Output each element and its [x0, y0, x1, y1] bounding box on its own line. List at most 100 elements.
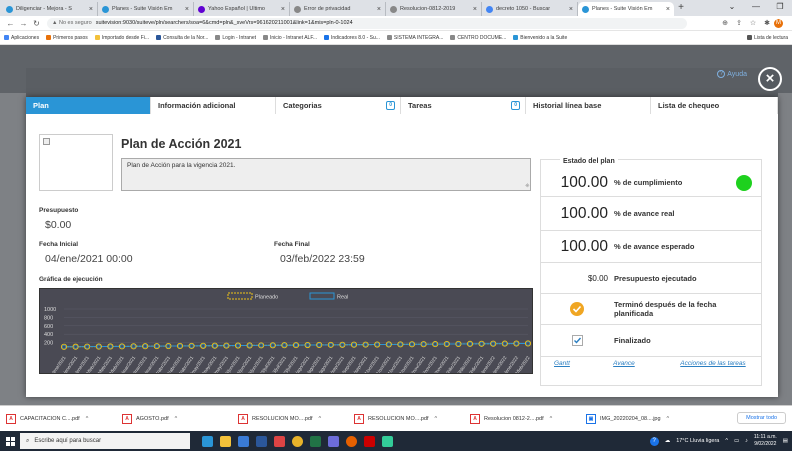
task-actions-link[interactable]: Acciones de las tareas — [678, 360, 748, 367]
tab-historial-línea-base[interactable]: Historial línea base — [526, 97, 651, 114]
bookmark-item[interactable]: Importado desde Fi... — [94, 35, 149, 41]
close-tab-icon[interactable]: × — [89, 6, 93, 13]
execution-chart-svg: 2004006008001000Planeado Real04/ene/20211… — [44, 292, 532, 373]
chevron-up-icon[interactable]: ^ — [319, 416, 322, 422]
network-icon[interactable]: ▭ — [734, 438, 739, 444]
app-icon[interactable] — [324, 431, 342, 451]
download-item[interactable]: A Resolucion 0812-2....pdf ^ — [470, 413, 586, 424]
data-point-real — [421, 342, 426, 347]
tab-tareas[interactable]: Tareas 0 — [401, 97, 526, 114]
data-point-real — [317, 343, 322, 347]
taskbar-search-input[interactable]: ⌕ Escribe aquí para buscar — [20, 433, 190, 449]
resize-grip-icon[interactable]: ≡ — [524, 183, 531, 190]
restore-icon[interactable]: ❐ — [768, 0, 792, 16]
chevron-up-icon[interactable]: ^ — [175, 416, 178, 422]
close-tab-icon[interactable]: × — [185, 6, 189, 13]
download-item[interactable]: A RESOLUCION MO....pdf ^ — [238, 413, 354, 424]
edge-icon[interactable] — [198, 431, 216, 451]
mail-icon[interactable] — [234, 431, 252, 451]
chevron-up-icon[interactable]: ^ — [725, 438, 728, 444]
download-item[interactable]: A CAPACITACION C....pdf ^ — [6, 413, 122, 424]
help-link[interactable]: ? Ayuda — [717, 70, 747, 78]
bookmark-item[interactable]: Inicio - Intranet ALF... — [263, 35, 317, 41]
share-icon[interactable]: ⇪ — [732, 19, 746, 28]
tab-lista-de-chequeo[interactable]: Lista de chequeo — [651, 97, 778, 114]
excel-icon[interactable] — [306, 431, 324, 451]
bookmark-icon — [94, 35, 100, 40]
bookmark-item[interactable]: Aplicaciones — [4, 35, 39, 41]
browser-tab[interactable]: Error de privacidad × — [290, 2, 386, 16]
zoom-icon[interactable]: ⊕ — [718, 19, 732, 28]
bookmark-item[interactable]: CENTRO DOCUME... — [450, 35, 506, 41]
chevron-up-icon[interactable]: ^ — [435, 416, 438, 422]
execution-chart: 200 400 600 800 1000 Planeado Real 04/ene/2021 1… — [39, 288, 533, 374]
chevron-down-icon[interactable]: ⌄ — [720, 0, 744, 16]
minimize-icon[interactable]: — — [744, 0, 768, 16]
finalized-checkbox[interactable] — [540, 335, 614, 346]
chrome-icon[interactable] — [288, 431, 306, 451]
reading-list-button[interactable]: Lista de lectura — [747, 35, 788, 41]
tab-información-adicional[interactable]: Información adicional — [151, 97, 276, 114]
bookmark-item[interactable]: Primeros pasos — [46, 35, 88, 41]
data-point-real — [328, 342, 333, 347]
download-item[interactable]: ▣ IMG_20220204_08....jpg ^ — [586, 413, 702, 424]
notifications-icon[interactable]: ▤ — [783, 438, 788, 444]
chevron-up-icon[interactable]: ^ — [667, 416, 670, 422]
close-tab-icon[interactable]: × — [473, 6, 477, 13]
chevron-up-icon[interactable]: ^ — [86, 416, 89, 422]
extensions-icon[interactable]: ✱ — [760, 19, 774, 28]
chevron-up-icon[interactable]: ^ — [550, 416, 553, 422]
pdf-file-icon: A — [238, 413, 248, 424]
status-row-expected: 100.00 % de avance esperado — [540, 231, 762, 263]
windows-start-icon[interactable] — [0, 431, 20, 451]
help-icon[interactable]: ? — [649, 436, 659, 446]
close-tab-icon[interactable]: × — [281, 6, 285, 13]
bookmark-item[interactable]: Login - Intranet — [215, 35, 256, 41]
download-filename: CAPACITACION C....pdf — [20, 415, 80, 422]
url-input[interactable]: ▲ No es seguro suitevision:9030/suiteve/… — [47, 17, 687, 29]
browser-tab[interactable]: Resolucion-0812-2019 × — [386, 2, 482, 16]
show-all-downloads-button[interactable]: Mostrar todo — [737, 412, 786, 424]
legend-label: Real — [337, 295, 348, 301]
browser-tab[interactable]: Yahoo Español | Último × — [194, 2, 290, 16]
word-icon[interactable] — [252, 431, 270, 451]
bookmark-item[interactable]: SISTEMA INTEGRA... — [386, 35, 443, 41]
status-row-budget: $0.00 Presupuesto ejecutado — [540, 263, 762, 294]
browser-tab[interactable]: Planes - Suite Visión Em × — [578, 2, 674, 16]
browser-tab[interactable]: decreto 1050 - Buscar × — [482, 2, 578, 16]
bookmark-item[interactable]: Consulta de la Nor... — [156, 35, 208, 41]
close-tab-icon[interactable]: × — [569, 6, 573, 13]
tab-categorias[interactable]: Categorias 0 — [276, 97, 401, 114]
close-tab-icon[interactable]: × — [666, 6, 670, 13]
browser-tab[interactable]: Planes - Suite Visión Em × — [98, 2, 194, 16]
clock[interactable]: 11:11 a.m. 9/02/2022 — [754, 434, 777, 448]
firefox-icon[interactable] — [342, 431, 360, 451]
bookmark-item[interactable]: Bienvenido a la Suite — [513, 35, 567, 41]
close-icon[interactable]: × — [758, 67, 782, 91]
modal-tabs: Plan Información adicional Categorias 0 Tare… — [26, 97, 778, 114]
download-item[interactable]: A AGOSTO.pdf ^ — [122, 413, 238, 424]
browser-tab[interactable]: Diligenciar - Mejora - S × — [2, 2, 98, 16]
volume-icon[interactable]: ♪ — [745, 438, 748, 444]
back-icon[interactable]: ← — [4, 19, 17, 28]
forward-icon[interactable]: → — [17, 19, 30, 28]
bookmark-label: Consulta de la Nor... — [163, 34, 209, 41]
gantt-link[interactable]: Gantt — [554, 360, 570, 367]
bookmark-icon — [263, 35, 269, 40]
app-icon[interactable] — [378, 431, 396, 451]
bookmark-label: Bienvenido a la Suite — [520, 34, 568, 41]
star-icon[interactable]: ☆ — [746, 19, 760, 28]
close-tab-icon[interactable]: × — [377, 6, 381, 13]
avatar[interactable]: M — [774, 18, 788, 28]
bookmark-item[interactable]: Indicadores 8.0 - Su... — [323, 35, 380, 41]
real-progress-label: % de avance real — [614, 209, 675, 218]
avance-link[interactable]: Avance — [613, 360, 635, 367]
acrobat-icon[interactable] — [360, 431, 378, 451]
reload-icon[interactable]: ↻ — [30, 19, 43, 28]
tab-plan[interactable]: Plan — [26, 97, 151, 114]
download-item[interactable]: A RESOLUCION MO....pdf ^ — [354, 413, 470, 424]
description-textarea[interactable]: Plan de Acción para la vigencia 2021. ≡ — [121, 158, 531, 191]
app-icon[interactable] — [270, 431, 288, 451]
file-explorer-icon[interactable] — [216, 431, 234, 451]
new-tab-button[interactable]: + — [674, 2, 688, 16]
